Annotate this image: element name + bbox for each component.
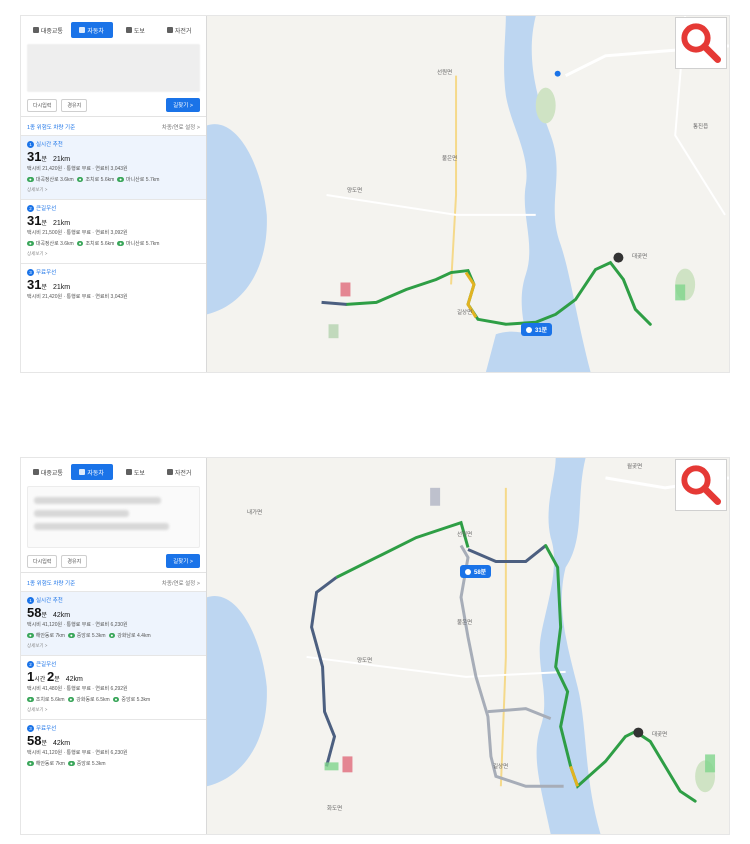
walk-icon (125, 27, 132, 33)
reset-button[interactable]: 다시입력 (27, 98, 58, 112)
add-waypoint-button[interactable]: 경유지 (61, 554, 88, 568)
map-label: 대곶면 (652, 732, 668, 738)
route-option[interactable]: 2 큰길우선 1시간 2분 42km 택시비 41,480원 · 통행료 무료 · … (21, 655, 206, 719)
map-label: 길상면 (493, 764, 509, 770)
blurred-address-inputs[interactable] (27, 44, 200, 92)
car-icon (79, 469, 86, 475)
route-tag: 큰길우선 (36, 206, 57, 212)
map-label: 길상면 (457, 310, 473, 316)
route-option[interactable]: 1 실시간 추천 31분 21km 택시비 21,420원 · 통행료 무료 · 연… (21, 135, 206, 199)
tab-car[interactable]: 자동차 (70, 464, 113, 480)
tab-transit[interactable]: 대중교통 (27, 22, 69, 38)
transport-mode-tabs: 대중교통 자동차 도보 자전거 (21, 458, 206, 484)
vehicle-settings-link[interactable]: 차종/연료 설정 > (162, 123, 200, 131)
route-time-badge[interactable]: 58분 (460, 565, 492, 578)
route-detail-link[interactable]: 상세보기 > (27, 707, 200, 713)
map-canvas (207, 16, 729, 372)
magnifier-icon[interactable] (675, 459, 727, 511)
route-minutes: 58 (27, 605, 42, 620)
directions-panel: 대중교통 자동차 도보 자전거 다시입력 경유지 길찾기 > 1종 위험도 차량… (21, 16, 207, 372)
tab-transit[interactable]: 대중교통 (27, 464, 69, 480)
route-minutes: 31 (27, 277, 42, 292)
magnifier-icon[interactable] (675, 17, 727, 69)
directions-panel: 대중교통 자동차 도보 자전거 다시입력 경유지 길찾기 > 1종 위험도 차량… (21, 458, 207, 834)
map-view[interactable]: 내가면 선원면 불은면 양도면 길상면 대곶면 화도면 월곶면 58분 (207, 458, 729, 834)
add-waypoint-button[interactable]: 경유지 (61, 98, 88, 112)
car-icon (79, 27, 86, 33)
magnifier-icon (681, 23, 721, 64)
blurred-address-inputs[interactable] (27, 486, 200, 548)
route-minutes: 58 (27, 733, 42, 748)
tab-walk[interactable]: 도보 (115, 22, 157, 38)
route-number-icon (526, 326, 532, 333)
route-fare: 택시비 21,420원 · 통행료 무료 · 연료비 3,043원 (27, 166, 128, 172)
route-minutes: 31 (27, 149, 42, 164)
criteria-label: 1종 위험도 차량 기준 (27, 125, 76, 131)
route-detail-link[interactable]: 상세보기 > (27, 251, 200, 257)
tab-car[interactable]: 자동차 (70, 22, 113, 38)
action-row: 다시입력 경유지 길찾기 > (21, 550, 206, 572)
route-minutes: 31 (27, 213, 42, 228)
bike-icon (166, 469, 173, 475)
tab-bike[interactable]: 자전거 (158, 464, 200, 480)
screenshot-long-route: 대중교통 자동차 도보 자전거 다시입력 경유지 길찾기 > 1종 위험도 차량… (20, 457, 730, 835)
tab-bike[interactable]: 자전거 (158, 22, 200, 38)
route-detail-link[interactable]: 상세보기 > (27, 187, 200, 193)
route-roads: ● 대곡정산로 3.6km ● 조치로 5.6km ● 마니산로 5.7km (27, 177, 160, 183)
find-route-button[interactable]: 길찾기 > (166, 554, 200, 568)
map-label: 월곶면 (627, 464, 643, 470)
bike-icon (166, 27, 173, 33)
map-label: 내가면 (247, 510, 263, 516)
route-number: 1 (27, 140, 34, 148)
route-tag: 실시간 추천 (36, 142, 63, 148)
transport-mode-tabs: 대중교통 자동차 도보 자전거 (21, 16, 206, 42)
route-tag: 무료우선 (36, 270, 57, 276)
map-label: 선원면 (457, 532, 473, 538)
route-number-icon (465, 568, 471, 575)
route-option[interactable]: 3 무료우선 31분 21km 택시비 21,420원 · 통행료 무료 · 연료비… (21, 263, 206, 306)
map-label: 양도면 (357, 658, 373, 664)
route-tag: 실시간 추천 (36, 598, 63, 604)
map-label: 불은면 (442, 156, 458, 162)
map-canvas (207, 458, 729, 834)
map-label: 선원면 (437, 70, 453, 76)
route-tag: 큰길우선 (36, 662, 57, 668)
route-time-badge[interactable]: 31분 (521, 323, 553, 336)
map-label: 양도면 (347, 188, 363, 194)
bus-icon (32, 469, 39, 475)
walk-icon (125, 469, 132, 475)
route-detail-link[interactable]: 상세보기 > (27, 643, 200, 649)
map-label: 화도면 (327, 806, 343, 812)
route-distance: 21km (53, 156, 71, 163)
map-view[interactable]: 선원면 불은면 양도면 길상면 대곶면 통진읍 31분 (207, 16, 729, 372)
action-row: 다시입력 경유지 길찾기 > (21, 94, 206, 116)
map-label: 대곶면 (632, 254, 648, 260)
find-route-button[interactable]: 길찾기 > (166, 98, 200, 112)
route-option[interactable]: 1 실시간 추천 58분 42km 택시비 41,120원 · 통행료 무료 · 연… (21, 591, 206, 655)
route-option[interactable]: 3 무료우선 58분 42km 택시비 41,120원 · 통행료 무료 · 연료비… (21, 719, 206, 773)
screenshot-short-route: 대중교통 자동차 도보 자전거 다시입력 경유지 길찾기 > 1종 위험도 차량… (20, 15, 730, 373)
route-option[interactable]: 2 큰길우선 31분 21km 택시비 21,500원 · 통행료 무료 · 연료비… (21, 199, 206, 263)
bus-icon (32, 27, 39, 33)
magnifier-icon (681, 465, 721, 505)
tab-walk[interactable]: 도보 (115, 464, 157, 480)
route-tag: 무료우선 (36, 726, 57, 732)
map-label: 통진읍 (693, 124, 709, 130)
map-label: 불은면 (457, 620, 473, 626)
vehicle-criteria: 1종 위험도 차량 기준 차종/연료 설정 > (21, 572, 206, 591)
vehicle-settings-link[interactable]: 차종/연료 설정 > (162, 579, 200, 587)
vehicle-criteria: 1종 위험도 차량 기준 차종/연료 설정 > (21, 116, 206, 135)
reset-button[interactable]: 다시입력 (27, 554, 58, 568)
